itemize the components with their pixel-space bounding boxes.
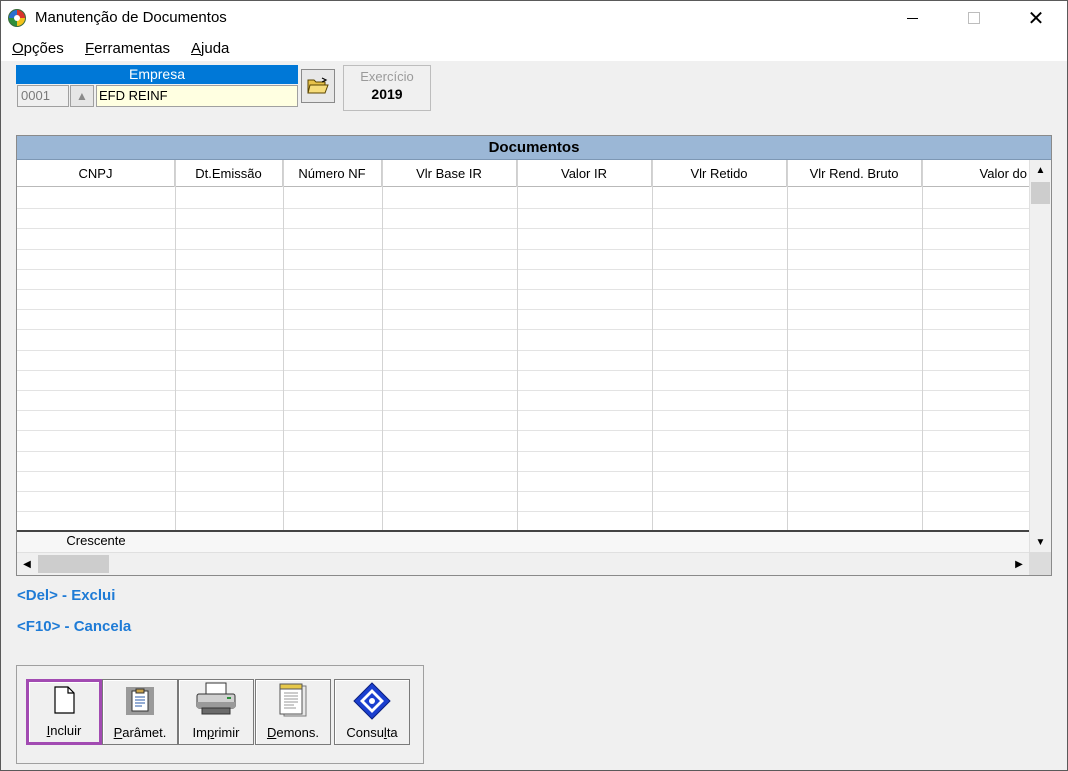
close-button[interactable]: ✕	[1005, 1, 1067, 35]
hint-cancel: <F10> - Cancela	[17, 618, 132, 635]
empresa-header: Empresa	[16, 65, 298, 84]
table-row[interactable]	[17, 471, 1029, 472]
table-row[interactable]	[17, 249, 1029, 250]
table-row[interactable]	[17, 410, 1029, 411]
table-row[interactable]	[17, 228, 1029, 229]
scroll-up-arrow-icon[interactable]: ▲	[1030, 160, 1051, 180]
exercicio-value: 2019	[371, 86, 403, 102]
horizontal-scrollbar[interactable]: ◀ ▶	[17, 552, 1029, 575]
new-document-icon	[54, 686, 75, 714]
grid-col-line	[787, 160, 788, 552]
scroll-corner	[1029, 552, 1051, 575]
report-icon	[279, 683, 307, 717]
consulta-label: Consulta	[346, 725, 398, 740]
col-numero-nf[interactable]: Número NF	[283, 160, 382, 187]
table-row[interactable]	[17, 289, 1029, 290]
col-vlr-retido[interactable]: Vlr Retido	[652, 160, 787, 187]
grid-col-line	[652, 160, 653, 552]
table-row[interactable]	[17, 370, 1029, 371]
empresa-name-field[interactable]: EFD REINF	[96, 85, 298, 107]
open-folder-button[interactable]	[301, 69, 335, 103]
incluir-label: Incluir	[46, 723, 82, 738]
table-row[interactable]	[17, 451, 1029, 452]
hint-delete: <Del> - Exclui	[17, 587, 116, 604]
sort-order-label: Crescente	[66, 533, 126, 548]
table-row[interactable]	[17, 430, 1029, 431]
grid-header: CNPJ Dt.Emissão Número NF Vlr Base IR Va…	[17, 160, 1029, 187]
paramet-label: Parâmet.	[113, 725, 167, 740]
printer-icon	[196, 682, 236, 715]
action-toolbar: Incluir Parâmet. Imprimir Demons. Consul…	[16, 665, 424, 764]
imprimir-button[interactable]: Imprimir	[178, 679, 254, 745]
table-row[interactable]	[17, 491, 1029, 492]
title-bar: Manutenção de Documentos ✕	[1, 1, 1067, 35]
main-window: Manutenção de Documentos ✕ Opções Ferram…	[0, 0, 1068, 771]
empresa-spin-button[interactable]: ▲	[70, 85, 94, 107]
app-logo-icon	[8, 9, 26, 27]
grid-col-line	[175, 160, 176, 552]
imprimir-label: Imprimir	[192, 725, 240, 740]
exercicio-box: Exercício 2019	[343, 65, 431, 111]
menu-ferramentas[interactable]: Ferramentas	[85, 40, 170, 57]
menu-ajuda[interactable]: Ajuda	[191, 40, 229, 57]
paramet-button[interactable]: Parâmet.	[102, 679, 178, 745]
exercicio-label: Exercício	[360, 69, 414, 84]
col-dt-emissao[interactable]: Dt.Emissão	[175, 160, 283, 187]
menu-bar: Opções Ferramentas Ajuda	[1, 35, 1067, 61]
grid-body	[17, 188, 1029, 532]
documents-grid[interactable]: Documentos CNPJ Dt.Emissão Número NF Vlr…	[16, 135, 1052, 576]
vertical-scrollbar[interactable]: ▲ ▼	[1029, 160, 1051, 552]
minimize-button[interactable]	[881, 1, 943, 35]
scroll-down-arrow-icon[interactable]: ▼	[1030, 532, 1051, 552]
scroll-right-arrow-icon[interactable]: ▶	[1009, 553, 1029, 575]
col-valor-ir[interactable]: Valor IR	[517, 160, 652, 187]
empresa-group: Empresa 0001 ▲ EFD REINF	[16, 65, 300, 109]
grid-col-line	[382, 160, 383, 552]
demons-label: Demons.	[266, 725, 320, 740]
incluir-button[interactable]: Incluir	[26, 679, 102, 745]
col-valor-do[interactable]: Valor do	[922, 160, 1029, 187]
grid-col-line	[517, 160, 518, 552]
scroll-left-arrow-icon[interactable]: ◀	[17, 553, 37, 575]
table-row[interactable]	[17, 309, 1029, 310]
table-row[interactable]	[17, 390, 1029, 391]
open-folder-icon	[307, 77, 329, 94]
table-row[interactable]	[17, 269, 1029, 270]
maximize-button[interactable]	[943, 1, 1005, 35]
demons-button[interactable]: Demons.	[255, 679, 331, 745]
grid-footer-row: Crescente	[17, 532, 1029, 552]
grid-title: Documentos	[17, 136, 1051, 160]
consulta-button[interactable]: Consulta	[334, 679, 410, 745]
table-row[interactable]	[17, 350, 1029, 351]
col-vlr-base-ir[interactable]: Vlr Base IR	[382, 160, 517, 187]
table-row[interactable]	[17, 208, 1029, 209]
table-row[interactable]	[17, 329, 1029, 330]
col-cnpj[interactable]: CNPJ	[17, 160, 175, 187]
empresa-code-field[interactable]: 0001	[17, 85, 69, 107]
table-row[interactable]	[17, 511, 1029, 512]
horizontal-scroll-thumb[interactable]	[38, 555, 109, 573]
grid-col-line	[283, 160, 284, 552]
grid-col-line	[922, 160, 923, 552]
menu-opcoes[interactable]: Opções	[12, 40, 64, 57]
vertical-scroll-thumb[interactable]	[1031, 182, 1050, 204]
consult-diamond-icon	[353, 682, 391, 720]
window-title: Manutenção de Documentos	[35, 9, 227, 26]
col-vlr-rend-bruto[interactable]: Vlr Rend. Bruto	[787, 160, 922, 187]
clipboard-icon	[126, 687, 154, 715]
